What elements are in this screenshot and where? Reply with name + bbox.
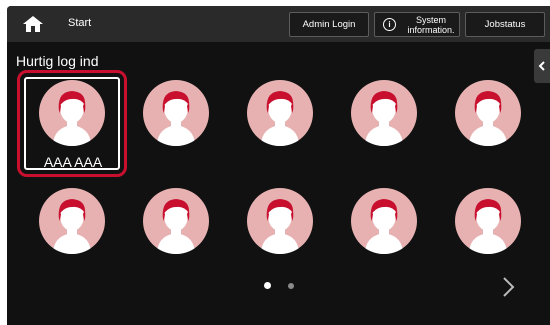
jobstatus-button[interactable]: Jobstatus bbox=[465, 12, 545, 37]
info-icon: i bbox=[383, 18, 396, 31]
page-indicator-active[interactable] bbox=[264, 282, 271, 289]
top-bar: Start Admin Login i System information. … bbox=[7, 6, 550, 42]
next-page-button[interactable] bbox=[502, 276, 516, 303]
user-name-label: AAA AAA bbox=[43, 154, 103, 170]
home-icon bbox=[23, 16, 43, 32]
side-panel-tab[interactable] bbox=[534, 49, 550, 83]
user-avatar-icon bbox=[157, 199, 195, 254]
user-avatar-icon bbox=[469, 199, 507, 254]
user-avatar-button[interactable] bbox=[351, 188, 417, 254]
user-avatar-button[interactable] bbox=[39, 188, 105, 254]
user-avatar-button[interactable] bbox=[143, 188, 209, 254]
user-avatar-icon bbox=[53, 91, 91, 146]
user-avatar-button[interactable] bbox=[247, 80, 313, 146]
admin-login-label: Admin Login bbox=[302, 19, 356, 30]
home-button[interactable] bbox=[11, 10, 55, 38]
user-avatar-icon bbox=[53, 199, 91, 254]
user-avatar-icon bbox=[469, 91, 507, 146]
chevron-left-icon bbox=[538, 61, 545, 71]
user-avatar-icon bbox=[157, 91, 195, 146]
section-title: Hurtig log ind bbox=[16, 53, 99, 69]
user-avatar-button[interactable] bbox=[455, 80, 521, 146]
user-avatar-button[interactable] bbox=[351, 80, 417, 146]
user-avatar-icon bbox=[365, 91, 403, 146]
login-screen: Start Admin Login i System information. … bbox=[7, 6, 550, 325]
user-avatar-button[interactable] bbox=[143, 80, 209, 146]
chevron-right-icon bbox=[503, 277, 515, 297]
jobstatus-label: Jobstatus bbox=[484, 19, 526, 30]
user-avatar-icon bbox=[365, 199, 403, 254]
user-avatar-icon bbox=[261, 199, 299, 254]
page-indicator-inactive[interactable] bbox=[288, 283, 294, 289]
start-label[interactable]: Start bbox=[68, 17, 91, 29]
user-avatar-button[interactable] bbox=[39, 80, 105, 146]
admin-login-button[interactable]: Admin Login bbox=[289, 12, 369, 37]
user-avatar-button[interactable] bbox=[455, 188, 521, 254]
system-information-label: System information. bbox=[407, 14, 455, 35]
system-information-button[interactable]: i System information. bbox=[374, 12, 460, 37]
user-avatar-icon bbox=[261, 91, 299, 146]
user-avatar-button[interactable] bbox=[247, 188, 313, 254]
